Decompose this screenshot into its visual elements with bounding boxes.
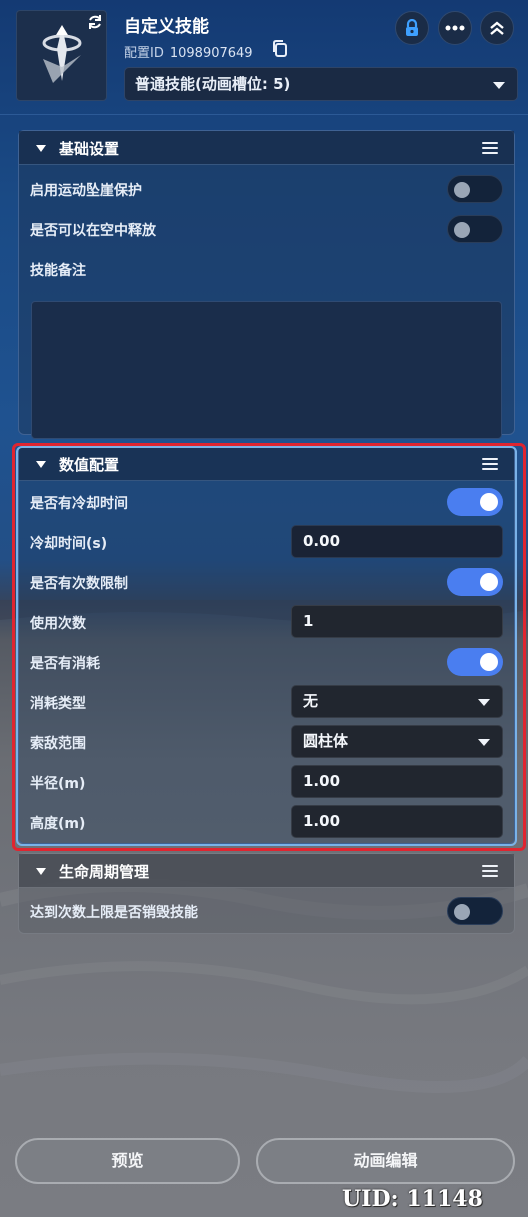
- config-id: 配置ID 1098907649: [124, 42, 253, 61]
- has-limit-label: 是否有次数限制: [30, 576, 128, 592]
- more-button[interactable]: [438, 11, 472, 45]
- destroy-on-limit-label: 达到次数上限是否销毁技能: [30, 905, 198, 921]
- preview-button[interactable]: 预览: [15, 1138, 240, 1184]
- lifecycle-header[interactable]: 生命周期管理: [19, 854, 514, 888]
- basic-settings-panel: 基础设置 启用运动坠崖保护 是否可以在空中释放 技能备注: [18, 130, 515, 439]
- numeric-config-panel: 数值配置 是否有冷却时间 冷却时间(s) 0.00 是否有次数限制 使用次数 1…: [18, 446, 515, 844]
- header-divider: [0, 114, 528, 115]
- panel-title: 基础设置: [59, 140, 120, 158]
- refresh-icon[interactable]: [86, 14, 104, 32]
- menu-icon[interactable]: [482, 142, 498, 155]
- radius-input[interactable]: 1.00: [291, 765, 503, 798]
- chevron-down-icon: [478, 739, 490, 746]
- expand-triangle-icon[interactable]: [36, 461, 46, 468]
- has-limit-toggle[interactable]: [447, 568, 503, 596]
- has-cost-label: 是否有消耗: [30, 656, 100, 672]
- config-id-label: 配置ID: [124, 46, 164, 61]
- double-chevron-up-icon: [490, 21, 504, 35]
- use-count-input[interactable]: 1: [291, 605, 503, 638]
- lock-button[interactable]: [395, 11, 429, 45]
- cost-type-label: 消耗类型: [30, 696, 86, 712]
- expand-triangle-icon[interactable]: [36, 868, 46, 875]
- search-range-label: 索敌范围: [30, 736, 86, 752]
- cooldown-input[interactable]: 0.00: [291, 525, 503, 558]
- chevron-down-icon: [478, 699, 490, 706]
- cooldown-label: 冷却时间(s): [30, 536, 108, 552]
- skill-type-select[interactable]: 普通技能(动画槽位: 5): [124, 67, 518, 101]
- numeric-config-header[interactable]: 数值配置: [19, 447, 514, 481]
- has-cost-toggle[interactable]: [447, 648, 503, 676]
- use-count-label: 使用次数: [30, 616, 86, 632]
- config-id-value: 1098907649: [169, 46, 253, 61]
- cost-type-select[interactable]: 无: [291, 685, 503, 718]
- uid-label: UID: 11148: [342, 1186, 483, 1212]
- height-input[interactable]: 1.00: [291, 805, 503, 838]
- destroy-on-limit-toggle[interactable]: [447, 897, 503, 925]
- copy-icon[interactable]: [272, 40, 288, 58]
- chevron-down-icon: [493, 82, 505, 89]
- air-cast-toggle[interactable]: [447, 215, 503, 243]
- radius-label: 半径(m): [30, 776, 86, 792]
- lifecycle-panel: 生命周期管理 达到次数上限是否销毁技能: [18, 853, 515, 934]
- air-cast-label: 是否可以在空中释放: [30, 223, 156, 239]
- fall-protection-label: 启用运动坠崖保护: [30, 183, 142, 199]
- skill-notes-textarea[interactable]: [31, 301, 502, 439]
- basic-settings-header[interactable]: 基础设置: [19, 131, 514, 165]
- skill-notes-label: 技能备注: [30, 263, 86, 279]
- menu-icon[interactable]: [482, 865, 498, 878]
- has-cooldown-toggle[interactable]: [447, 488, 503, 516]
- expand-triangle-icon[interactable]: [36, 145, 46, 152]
- fall-protection-toggle[interactable]: [447, 175, 503, 203]
- skill-header: 自定义技能 配置ID 1098907649 普通技能(动画槽位: 5): [0, 0, 528, 115]
- menu-icon[interactable]: [482, 458, 498, 471]
- panel-title: 数值配置: [59, 456, 120, 474]
- skill-title: 自定义技能: [124, 17, 209, 37]
- collapse-button[interactable]: [480, 11, 514, 45]
- search-range-select[interactable]: 圆柱体: [291, 725, 503, 758]
- skill-type-value: 普通技能(动画槽位: 5): [135, 75, 291, 93]
- lock-icon: [406, 19, 418, 36]
- panel-title: 生命周期管理: [59, 863, 150, 881]
- height-label: 高度(m): [30, 816, 86, 832]
- more-icon: [445, 25, 465, 31]
- cost-type-value: 无: [303, 692, 319, 710]
- has-cooldown-label: 是否有冷却时间: [30, 496, 128, 512]
- animation-edit-button[interactable]: 动画编辑: [256, 1138, 515, 1184]
- search-range-value: 圆柱体: [303, 732, 349, 750]
